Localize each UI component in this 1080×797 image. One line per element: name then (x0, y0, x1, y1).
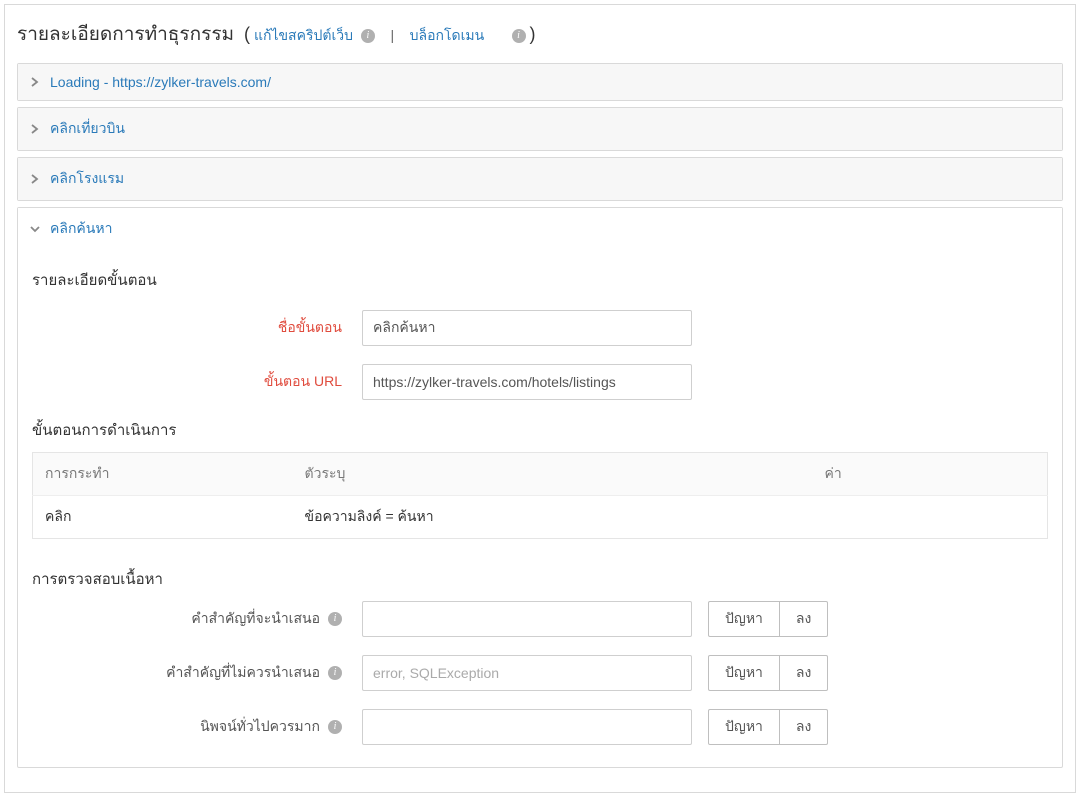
regex-label: นิพจน์ทั่วไปควรมาก i (32, 716, 362, 738)
step-title: คลิกเที่ยวบิน (50, 118, 125, 140)
step-name-label: ชื่อขั้นตอน (32, 317, 362, 339)
severity-down-button[interactable]: ลง (780, 655, 828, 691)
chevron-down-icon (30, 224, 40, 234)
step-panel-header[interactable]: คลิกค้นหา (18, 208, 1062, 250)
step-title: คลิกค้นหา (50, 218, 112, 240)
row-keywords-absent: คำสำคัญที่ไม่ควรนำเสนอ i ปัญหา ลง (32, 655, 1048, 691)
step-panel-header[interactable]: Loading - https://zylker-travels.com/ (18, 64, 1062, 100)
regex-input[interactable] (362, 709, 692, 745)
actions-table: การกระทำ ตัวระบุ ค่า คลิก ข้อความลิงค์ =… (32, 452, 1048, 539)
step-url-label: ขั้นตอน URL (32, 371, 362, 393)
step-panel-header[interactable]: คลิกโรงแรม (18, 158, 1062, 200)
step-panel-hotels: คลิกโรงแรม (17, 157, 1063, 201)
info-icon[interactable]: i (361, 29, 375, 43)
page-title: รายละเอียดการทำธุรกรรม (17, 19, 234, 49)
cell-value (813, 496, 1048, 539)
header-subgroup: ( แก้ไขสคริปต์เว็บ i | บล็อกโดเมน i ) (244, 24, 535, 47)
col-value-header: ค่า (813, 453, 1048, 496)
row-regex: นิพจน์ทั่วไปควรมาก i ปัญหา ลง (32, 709, 1048, 745)
table-row: คลิก ข้อความลิงค์ = ค้นหา (33, 496, 1048, 539)
severity-issue-button[interactable]: ปัญหา (708, 709, 780, 745)
paren-open: ( (244, 24, 250, 44)
col-action-header: การกระทำ (33, 453, 293, 496)
label-text: คำสำคัญที่ไม่ควรนำเสนอ (166, 662, 320, 684)
severity-select-group: ปัญหา ลง (708, 709, 828, 745)
info-icon[interactable]: i (328, 666, 342, 680)
severity-down-button[interactable]: ลง (780, 601, 828, 637)
step-panel-loading: Loading - https://zylker-travels.com/ (17, 63, 1063, 101)
section-validation-heading: การตรวจสอบเนื้อหา (32, 567, 1048, 591)
page-header: รายละเอียดการทำธุรกรรม ( แก้ไขสคริปต์เว็… (17, 19, 1063, 49)
cell-identifier: ข้อความลิงค์ = ค้นหา (293, 496, 813, 539)
header-separator: | (390, 27, 394, 43)
keywords-present-label: คำสำคัญที่จะนำเสนอ i (32, 608, 362, 630)
section-step-actions-heading: ขั้นตอนการดำเนินการ (32, 418, 1048, 442)
paren-close: ) (529, 24, 535, 44)
keywords-absent-input[interactable] (362, 655, 692, 691)
form-row-step-name: ชื่อขั้นตอน (32, 310, 1048, 346)
page-container: รายละเอียดการทำธุรกรรม ( แก้ไขสคริปต์เว็… (4, 4, 1076, 793)
step-panel-search: คลิกค้นหา รายละเอียดขั้นตอน ชื่อขั้นตอน … (17, 207, 1063, 768)
chevron-right-icon (30, 174, 40, 184)
severity-issue-button[interactable]: ปัญหา (708, 655, 780, 691)
keywords-present-input[interactable] (362, 601, 692, 637)
severity-select-group: ปัญหา ลง (708, 601, 828, 637)
chevron-right-icon (30, 77, 40, 87)
label-text: นิพจน์ทั่วไปควรมาก (200, 716, 320, 738)
step-url-input[interactable] (362, 364, 692, 400)
col-identifier-header: ตัวระบุ (293, 453, 813, 496)
info-icon[interactable]: i (328, 612, 342, 626)
step-panel-header[interactable]: คลิกเที่ยวบิน (18, 108, 1062, 150)
step-panel-flights: คลิกเที่ยวบิน (17, 107, 1063, 151)
section-step-details-heading: รายละเอียดขั้นตอน (32, 268, 1048, 292)
step-panel-body: รายละเอียดขั้นตอน ชื่อขั้นตอน ขั้นตอน UR… (18, 250, 1062, 767)
edit-web-script-link[interactable]: แก้ไขสคริปต์เว็บ (254, 27, 353, 43)
row-keywords-present: คำสำคัญที่จะนำเสนอ i ปัญหา ลง (32, 601, 1048, 637)
chevron-right-icon (30, 124, 40, 134)
info-icon[interactable]: i (328, 720, 342, 734)
block-domain-link[interactable]: บล็อกโดเมน (410, 27, 485, 43)
severity-issue-button[interactable]: ปัญหา (708, 601, 780, 637)
severity-select-group: ปัญหา ลง (708, 655, 828, 691)
form-row-step-url: ขั้นตอน URL (32, 364, 1048, 400)
keywords-absent-label: คำสำคัญที่ไม่ควรนำเสนอ i (32, 662, 362, 684)
step-name-input[interactable] (362, 310, 692, 346)
step-title: คลิกโรงแรม (50, 168, 124, 190)
cell-action: คลิก (33, 496, 293, 539)
severity-down-button[interactable]: ลง (780, 709, 828, 745)
label-text: คำสำคัญที่จะนำเสนอ (191, 608, 320, 630)
step-title: Loading - https://zylker-travels.com/ (50, 74, 271, 90)
info-icon[interactable]: i (512, 29, 526, 43)
